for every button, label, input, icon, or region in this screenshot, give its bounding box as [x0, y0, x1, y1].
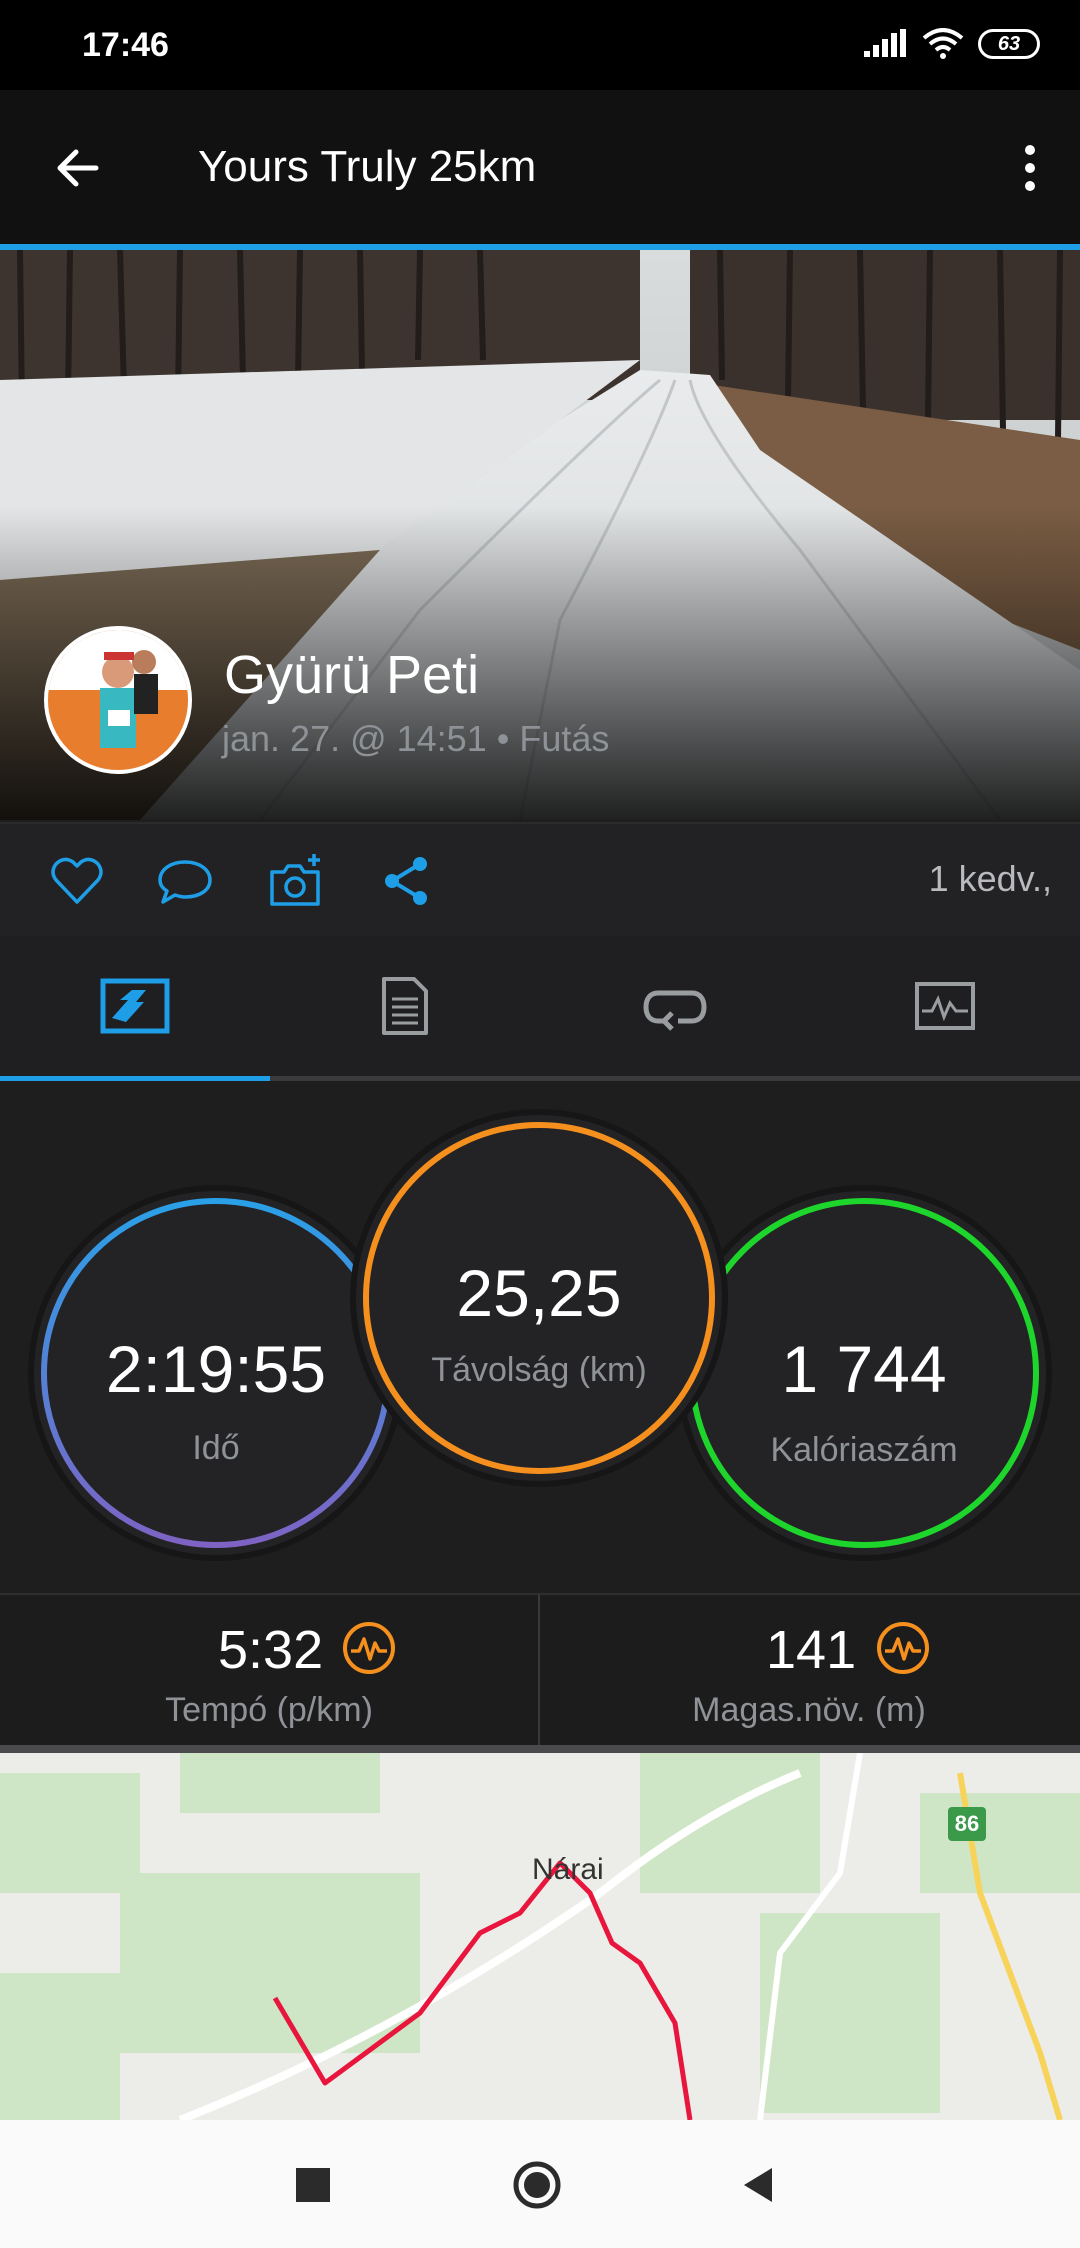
- pace-stat[interactable]: 5:32 Tempó (p/km): [0, 1595, 538, 1747]
- activity-meta: jan. 27. @ 14:51 • Futás: [222, 718, 610, 759]
- summary-stats: 2:19:55 Idő 1 744 Kalóriaszám 25,25 Távo…: [0, 1081, 1080, 1593]
- tab-details[interactable]: [270, 936, 540, 1076]
- avatar-photo: [48, 630, 188, 770]
- likes-count[interactable]: 1 kedv.,: [929, 858, 1052, 900]
- tab-overview[interactable]: [0, 936, 270, 1076]
- back-arrow-icon[interactable]: [50, 140, 106, 196]
- pace-label: Tempó (p/km): [165, 1691, 373, 1729]
- calories-value: 1 744: [781, 1332, 947, 1406]
- map-canvas: [0, 1753, 1080, 2120]
- more-options-icon[interactable]: [1010, 136, 1050, 200]
- user-name[interactable]: Gyürü Peti: [224, 644, 479, 706]
- elevation-chart-icon: [877, 1622, 929, 1674]
- add-photo-camera-icon[interactable]: [266, 852, 324, 910]
- elevation-label: Magas.növ. (m): [692, 1691, 926, 1729]
- elevation-value: 141: [766, 1620, 857, 1680]
- recent-apps-icon[interactable]: [288, 2160, 338, 2210]
- avatar[interactable]: [44, 626, 192, 774]
- time-value: 2:19:55: [105, 1332, 327, 1406]
- tab-graphs[interactable]: [810, 936, 1080, 1076]
- pace-value: 5:32: [218, 1620, 324, 1680]
- time-label: Idő: [192, 1429, 240, 1467]
- activity-cover-photo[interactable]: Gyürü Peti jan. 27. @ 14:51 • Futás: [0, 250, 1080, 820]
- map-place-label: Nárai: [532, 1853, 604, 1886]
- graph-icon: [915, 982, 975, 1030]
- back-triangle-icon[interactable]: [734, 2160, 784, 2210]
- calories-stat-ring: 1 744 Kalóriaszám: [682, 1191, 1046, 1555]
- activity-tab-bar: [0, 936, 1080, 1080]
- battery-indicator: 63: [978, 29, 1040, 59]
- distance-value: 25,25: [456, 1256, 622, 1330]
- status-bar: 17:46 63: [0, 0, 1080, 90]
- laps-loop-icon: [643, 990, 707, 1031]
- details-document-icon: [382, 977, 428, 1035]
- route-map[interactable]: Nárai 86: [0, 1753, 1080, 2120]
- wifi-icon: [922, 28, 964, 59]
- secondary-stats: 5:32 Tempó (p/km) 141 Magas.növ. (m): [0, 1593, 1080, 1747]
- comment-bubble-icon[interactable]: [156, 852, 214, 910]
- status-icons: 63: [864, 28, 1040, 60]
- section-divider: [0, 1745, 1080, 1753]
- distance-stat-ring: 25,25 Távolság (km): [356, 1115, 722, 1481]
- page-title: Yours Truly 25km: [198, 142, 537, 191]
- pace-chart-icon: [343, 1622, 395, 1674]
- signal-icon: [864, 29, 906, 57]
- calories-label: Kalóriaszám: [770, 1431, 958, 1469]
- overview-chart-icon: [100, 978, 170, 1034]
- app-bar: Yours Truly 25km: [0, 90, 1080, 246]
- tab-laps[interactable]: [540, 936, 810, 1076]
- share-icon[interactable]: [378, 852, 436, 910]
- home-icon[interactable]: [512, 2160, 562, 2210]
- road-number-badge: 86: [948, 1807, 986, 1841]
- status-time: 17:46: [82, 26, 169, 64]
- system-navigation-bar: [0, 2120, 1080, 2248]
- like-heart-icon[interactable]: [48, 852, 106, 910]
- social-action-bar: 1 kedv.,: [0, 822, 1080, 938]
- elevation-stat[interactable]: 141 Magas.növ. (m): [540, 1595, 1078, 1747]
- distance-label: Távolság (km): [431, 1351, 647, 1389]
- time-stat-ring: 2:19:55 Idő: [34, 1191, 398, 1555]
